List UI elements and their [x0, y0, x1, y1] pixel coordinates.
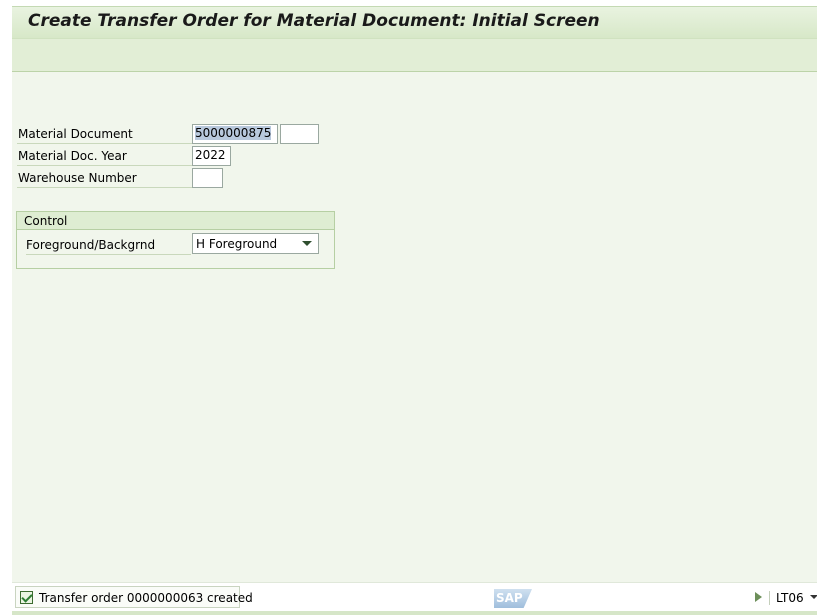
status-separator	[769, 591, 770, 605]
material-doc-year-input[interactable]: 2022	[192, 146, 231, 166]
foreground-background-value: H Foreground	[196, 237, 278, 251]
material-document-input[interactable]: 5000000875	[192, 124, 278, 144]
warehouse-number-input[interactable]	[192, 168, 223, 188]
title-bar: Create Transfer Order for Material Docum…	[12, 6, 817, 38]
sap-logo: SAP	[494, 589, 532, 608]
foreground-background-label: Foreground/Backgrnd	[26, 238, 156, 252]
page-title: Create Transfer Order for Material Docum…	[28, 11, 600, 31]
chevron-down-icon	[302, 241, 312, 246]
status-message-text: Transfer order 0000000063 created	[39, 591, 253, 605]
foreground-background-row: Foreground/Backgrnd	[26, 235, 191, 255]
success-check-icon	[20, 591, 33, 604]
bottom-border	[12, 611, 817, 615]
warehouse-number-label: Warehouse Number	[18, 171, 137, 185]
control-group-header: Control	[17, 212, 334, 230]
material-document-value: 5000000875	[195, 126, 272, 140]
material-doc-year-label: Material Doc. Year	[18, 149, 127, 163]
warehouse-number-row: Warehouse Number	[17, 168, 192, 188]
material-document-item-input[interactable]	[280, 124, 319, 144]
material-document-row: Material Document	[17, 124, 192, 144]
material-document-label: Material Document	[18, 127, 133, 141]
control-group-title: Control	[24, 214, 68, 228]
chevron-down-icon[interactable]	[810, 595, 817, 599]
transaction-code[interactable]: LT06	[776, 591, 804, 605]
application-toolbar	[12, 38, 817, 72]
status-message[interactable]: Transfer order 0000000063 created	[15, 586, 253, 608]
foreground-background-select[interactable]: H Foreground	[192, 233, 319, 254]
material-doc-year-row: Material Doc. Year	[17, 146, 192, 166]
expand-status-icon[interactable]	[755, 592, 762, 602]
window-left-edge	[0, 0, 12, 615]
